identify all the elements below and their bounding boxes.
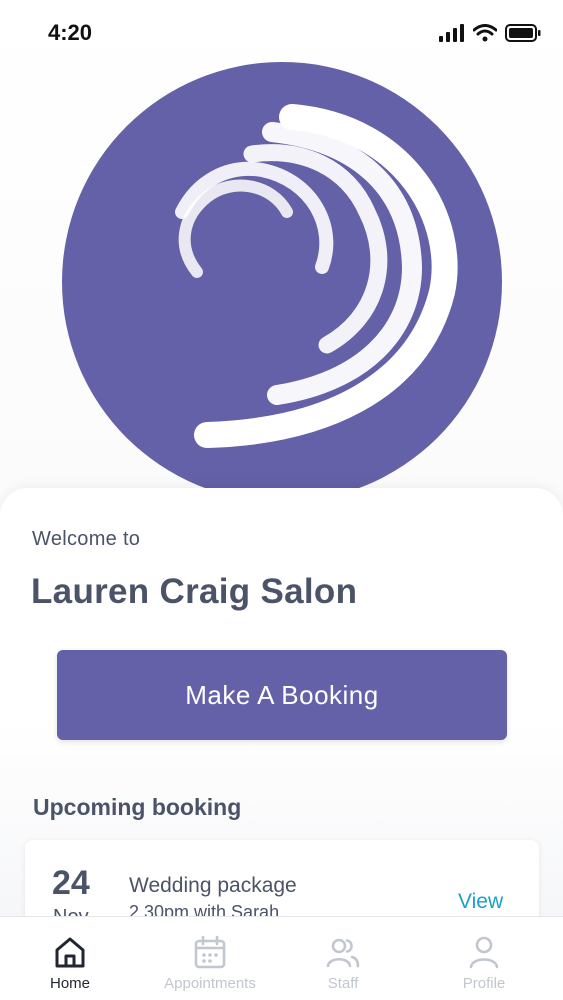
tab-staff[interactable]: Staff (273, 917, 413, 1000)
wifi-icon (473, 24, 497, 42)
tab-label-profile: Profile (462, 975, 506, 992)
tab-profile[interactable]: Profile (414, 917, 554, 1000)
status-bar: 4:20 (0, 0, 563, 68)
tab-home[interactable]: Home (0, 917, 140, 1000)
user-icon (469, 936, 499, 969)
booking-day: 24 (52, 864, 90, 902)
salon-name: Lauren Craig Salon (31, 572, 358, 611)
status-icons (439, 24, 541, 42)
calendar-icon (194, 935, 226, 969)
salon-logo (62, 62, 502, 502)
users-icon (326, 938, 360, 968)
view-booking-link[interactable]: View (458, 890, 503, 914)
home-icon (55, 937, 85, 968)
make-booking-button[interactable]: Make A Booking (57, 650, 507, 740)
tab-label-staff: Staff (327, 975, 359, 992)
booking-service: Wedding package (129, 874, 297, 897)
tab-appointments[interactable]: Appointments (140, 917, 280, 1000)
tab-label-home: Home (49, 975, 90, 992)
signal-icon (439, 24, 464, 42)
tab-bar: Home Appointments Staff Profile (0, 916, 563, 1000)
welcome-label: Welcome to (32, 528, 141, 550)
tab-label-appointments: Appointments (164, 975, 256, 992)
status-time: 4:20 (48, 20, 93, 45)
app-screen: 4:20 Welcome to Lauren Craig Salon Make … (0, 0, 563, 1000)
upcoming-booking-title: Upcoming booking (33, 794, 242, 820)
battery-icon (505, 24, 541, 42)
